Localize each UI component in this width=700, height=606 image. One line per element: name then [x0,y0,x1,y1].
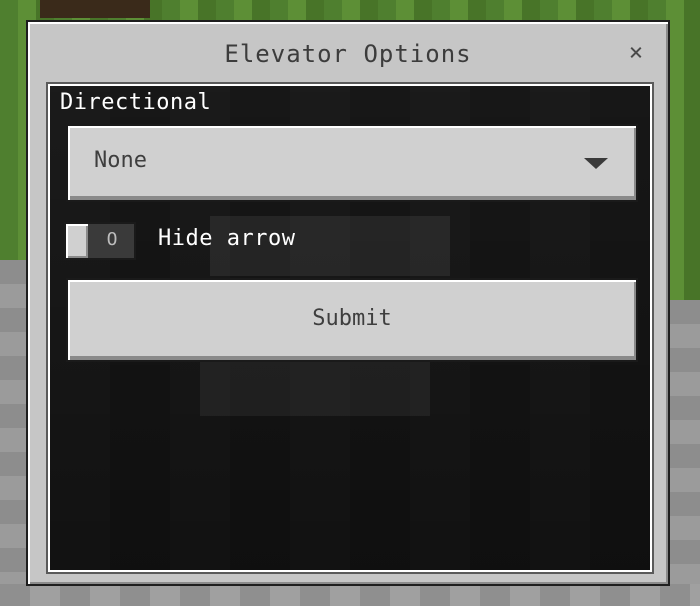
hide-arrow-label: Hide arrow [158,226,296,251]
world-background-block [40,0,150,18]
dropdown-selected-value: None [94,148,147,173]
submit-button-label: Submit [312,306,392,331]
directional-dropdown[interactable]: None [66,124,638,202]
toggle-off-indicator-icon: O [106,229,118,250]
close-icon[interactable]: × [624,40,648,64]
dialog-content: Directional None O Hide arrow Submit [46,82,654,574]
elevator-options-dialog: Elevator Options × Directional None O Hi… [26,20,670,586]
directional-label: Directional [60,90,212,115]
dialog-title: Elevator Options [224,40,472,68]
chevron-down-icon [584,158,608,169]
hide-arrow-toggle[interactable]: O [64,222,136,260]
toggle-knob[interactable] [66,224,88,258]
background-texture [200,356,430,416]
world-stone-bottom [0,584,700,606]
submit-button[interactable]: Submit [66,278,638,362]
